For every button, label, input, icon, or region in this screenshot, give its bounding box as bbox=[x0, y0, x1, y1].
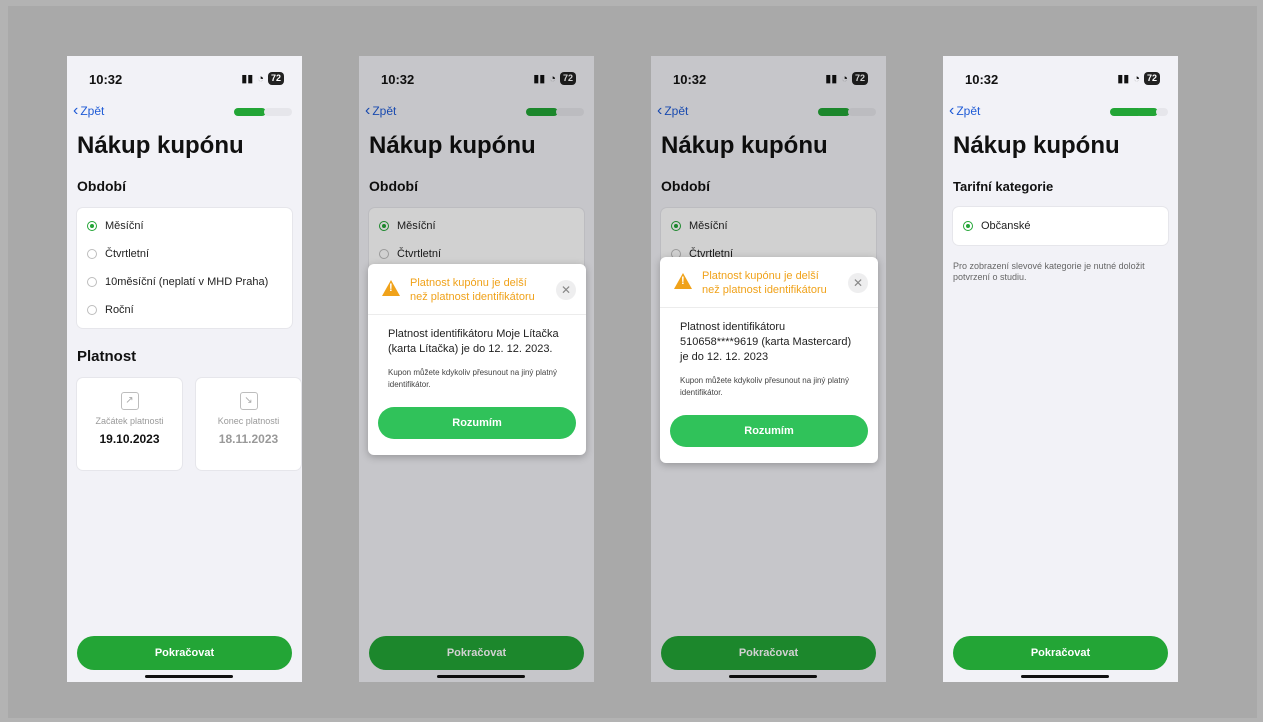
radio-icon bbox=[87, 305, 97, 315]
close-icon[interactable]: ✕ bbox=[556, 280, 576, 300]
signal-icon: ▮▮ bbox=[1117, 73, 1130, 85]
back-button[interactable]: ‹ Zpět bbox=[73, 102, 104, 119]
battery-icon: 72 bbox=[267, 72, 284, 85]
start-date-picker[interactable]: ↗ Začátek platnosti 19.10.2023 bbox=[77, 378, 182, 470]
option-10-monthly[interactable]: 10měsíční (neplatí v MHD Praha) bbox=[77, 268, 292, 296]
option-citizen[interactable]: Občanské bbox=[953, 212, 1168, 240]
modal-text-main: Platnost identifikátoru Moje Lítačka (ka… bbox=[388, 328, 559, 355]
modal-text-main: Platnost identifikátoru 510658****9619 (… bbox=[680, 321, 852, 363]
signal-icon: ▮▮ bbox=[241, 73, 254, 85]
chevron-left-icon: ‹ bbox=[949, 102, 955, 119]
warning-icon: ! bbox=[382, 280, 400, 296]
phone-screen-tariff: 10:32 ▮▮ ◔ 72 ‹ Zpět Nákup kupónu Tarifní… bbox=[943, 56, 1178, 682]
radio-selected-icon bbox=[87, 221, 97, 231]
nav-bar: ‹ Zpět bbox=[949, 102, 1168, 122]
back-button[interactable]: ‹ Zpět bbox=[949, 102, 980, 119]
modal-title: Platnost kupónu je delší než platnost ide… bbox=[702, 270, 827, 296]
home-indicator bbox=[1021, 675, 1109, 678]
home-indicator bbox=[145, 675, 233, 678]
modal-title: Platnost kupónu je delší než platnost ide… bbox=[410, 277, 535, 303]
period-options: Měsíční Čtvrtletní 10měsíční (neplatí v … bbox=[77, 208, 292, 328]
warning-modal: ! Platnost kupónu je delší než platnost i… bbox=[660, 257, 878, 463]
end-date-value: 18.11.2023 bbox=[218, 432, 279, 446]
phone-screen-warning-mastercard: 10:32 ▮▮ ◔ 72 ‹ Zpět Nákup kupónu Období … bbox=[651, 56, 886, 682]
phone-screen-period: 10:32 ▮▮ ◔ 72 ‹ Zpět Nákup kupónu Období … bbox=[67, 56, 302, 682]
page-title: Nákup kupónu bbox=[953, 132, 1120, 159]
status-icons: ▮▮ ◔ 72 bbox=[1117, 72, 1160, 85]
modal-text-note: Kupon můžete kdykoliv přesunout na jiný … bbox=[388, 368, 557, 389]
page-title: Nákup kupónu bbox=[77, 132, 244, 159]
status-time: 10:32 bbox=[965, 72, 999, 87]
end-date-label: Konec platnosti bbox=[217, 416, 280, 426]
understand-button[interactable]: Rozumím bbox=[378, 407, 576, 439]
option-yearly[interactable]: Roční bbox=[77, 296, 292, 324]
modal-header: ! Platnost kupónu je delší než platnost i… bbox=[368, 264, 586, 315]
start-date-value: 19.10.2023 bbox=[99, 432, 160, 446]
status-icons: ▮▮ ◔ 72 bbox=[241, 72, 284, 85]
start-date-label: Začátek platnosti bbox=[95, 416, 164, 426]
status-bar: 10:32 ▮▮ ◔ 72 bbox=[965, 72, 1160, 88]
modal-text-note: Kupon můžete kdykoliv přesunout na jiný … bbox=[680, 376, 849, 397]
nav-bar: ‹ Zpět bbox=[73, 102, 292, 122]
progress-step bbox=[1136, 108, 1158, 116]
progress-step bbox=[264, 108, 292, 116]
radio-icon bbox=[87, 277, 97, 287]
end-date-picker[interactable]: ↘ Konec platnosti 18.11.2023 bbox=[196, 378, 301, 470]
progress-step bbox=[246, 108, 266, 116]
modal-body: Platnost identifikátoru 510658****9619 (… bbox=[660, 308, 878, 399]
understand-button[interactable]: Rozumím bbox=[670, 415, 868, 447]
warning-modal: ! Platnost kupónu je delší než platnost i… bbox=[368, 264, 586, 455]
radio-selected-icon bbox=[963, 221, 973, 231]
progress-step bbox=[1156, 108, 1168, 116]
status-time: 10:32 bbox=[89, 72, 123, 87]
modal-header: ! Platnost kupónu je delší než platnost i… bbox=[660, 257, 878, 308]
continue-button[interactable]: Pokračovat bbox=[77, 636, 292, 670]
status-bar: 10:32 ▮▮ ◔ 72 bbox=[89, 72, 284, 88]
option-monthly[interactable]: Měsíční bbox=[77, 212, 292, 240]
close-icon[interactable]: ✕ bbox=[848, 273, 868, 293]
progress-indicator bbox=[234, 108, 292, 116]
option-quarterly[interactable]: Čtvrtletní bbox=[77, 240, 292, 268]
calendar-icon: ↗ bbox=[120, 392, 139, 410]
radio-icon bbox=[87, 249, 97, 259]
section-title-tariff: Tarifní kategorie bbox=[953, 179, 1054, 194]
modal-body: Platnost identifikátoru Moje Lítačka (ka… bbox=[368, 315, 586, 391]
calendar-icon: ↘ bbox=[239, 392, 258, 410]
chevron-left-icon: ‹ bbox=[73, 102, 79, 119]
section-title-validity: Platnost bbox=[77, 348, 137, 365]
continue-button[interactable]: Pokračovat bbox=[953, 636, 1168, 670]
progress-indicator bbox=[1110, 108, 1168, 116]
discount-note: Pro zobrazení slevové kategorie je nutné… bbox=[953, 261, 1145, 282]
wifi-icon: ◔ bbox=[1133, 72, 1140, 85]
wifi-icon: ◔ bbox=[257, 72, 264, 85]
section-title-period: Období bbox=[77, 178, 126, 194]
battery-icon: 72 bbox=[1143, 72, 1160, 85]
tariff-options: Občanské bbox=[953, 207, 1168, 245]
warning-icon: ! bbox=[674, 273, 692, 289]
phone-screen-warning-litacka: 10:32 ▮▮ ◔ 72 ‹ Zpět Nákup kupónu Období … bbox=[359, 56, 594, 682]
